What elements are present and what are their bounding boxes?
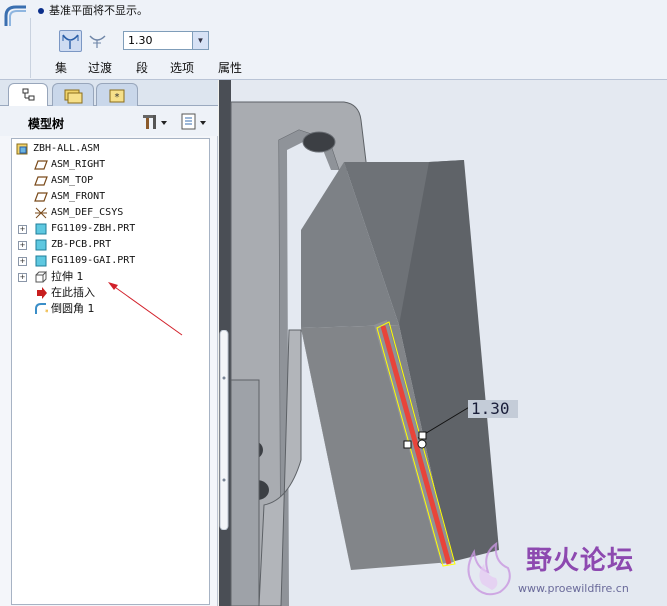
constant-radius-button[interactable]: [59, 30, 82, 52]
navigator-tabs: *: [0, 80, 218, 106]
message-text: 基准平面将不显示。: [49, 4, 148, 17]
radius-input[interactable]: [124, 32, 192, 49]
drag-handle-right: [418, 431, 427, 440]
bullet-icon: [38, 8, 44, 14]
radius-dimension-label[interactable]: 1.30: [468, 400, 518, 418]
tab-model-tree[interactable]: [8, 83, 48, 106]
model-tree: ZBH-ALL.ASM ASM_RIGHT ASM_TOP ASM_FRONT …: [11, 138, 210, 605]
watermark-url: www.proewildfire.cn: [518, 582, 629, 595]
status-message: 基准平面将不显示。: [38, 2, 148, 18]
list-icon: [181, 113, 206, 130]
3d-model-view[interactable]: [219, 80, 667, 606]
navigator-panel: * 模型树 ZBH-ALL.ASM ASM_RIGHT ASM_TOP ASM_…: [0, 80, 218, 606]
drag-handle-center: [417, 439, 427, 449]
drag-handle-left: [403, 440, 412, 449]
svg-text:*: *: [115, 92, 120, 103]
round-dashboard: 基准平面将不显示。 ▼ 集 过渡 段 选项 属性: [0, 0, 667, 80]
tab-segments[interactable]: 段: [136, 59, 148, 76]
dashboard-separator: [30, 18, 31, 78]
annotation-arrow: [108, 282, 183, 336]
model-tree-icon: [22, 88, 35, 101]
constant-radius-icon: [62, 34, 79, 49]
chevron-down-icon[interactable]: ▼: [192, 32, 208, 49]
tab-properties[interactable]: 属性: [218, 59, 242, 76]
folder-icon: [64, 89, 83, 104]
forum-watermark: 野火论坛 www.proewildfire.cn: [456, 536, 663, 602]
settings-menu-button[interactable]: [141, 112, 171, 132]
show-columns-button[interactable]: [180, 112, 210, 132]
watermark-title: 野火论坛: [526, 546, 635, 576]
tab-favorites[interactable]: *: [96, 83, 138, 106]
flame-logo-icon: [467, 541, 511, 596]
graphics-window[interactable]: [219, 80, 667, 606]
radius-combobox[interactable]: ▼: [123, 31, 209, 50]
tools-icon: [143, 115, 167, 129]
tab-transitions[interactable]: 过渡: [88, 59, 112, 76]
model-tree-header: 模型树: [0, 106, 218, 136]
variable-radius-icon: [89, 35, 106, 48]
tab-options[interactable]: 选项: [170, 59, 194, 76]
sash-handle[interactable]: [219, 330, 229, 530]
round-feature-icon: [2, 2, 30, 30]
tab-sets[interactable]: 集: [55, 59, 67, 76]
variable-radius-button[interactable]: [86, 30, 109, 52]
model-tree-title: 模型树: [28, 117, 65, 131]
tab-folder-browser[interactable]: [52, 83, 94, 106]
favorites-icon: *: [109, 89, 125, 103]
